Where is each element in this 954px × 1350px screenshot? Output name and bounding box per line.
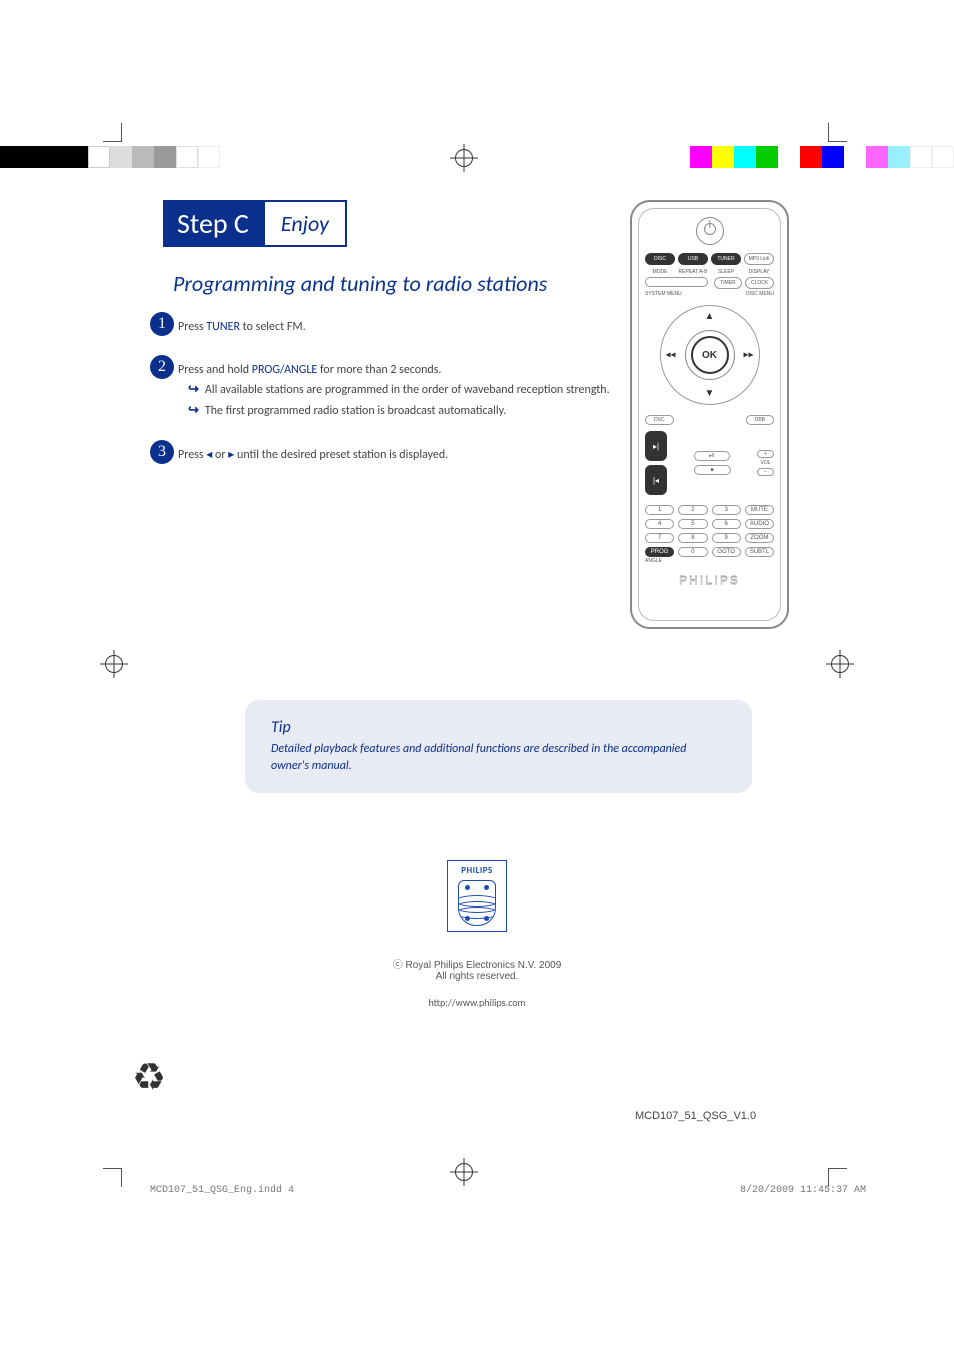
registration-mark-icon xyxy=(826,650,854,678)
step1-text-pre: Press xyxy=(178,320,206,334)
step3-text-post: until the desired preset station is disp… xyxy=(234,448,448,462)
subtl-button: SUBTL xyxy=(745,547,774,557)
dsc-button: DSC xyxy=(645,415,674,425)
dbb-button: DBB xyxy=(746,415,774,425)
logo-word: PHILIPS xyxy=(448,861,506,876)
step-1: 1 Press TUNER to select FM. xyxy=(152,318,612,337)
step-2: 2 Press and hold PROG/ANGLE for more tha… xyxy=(152,361,612,422)
mp3link-button: MP3 Link xyxy=(744,253,774,265)
goto-button: GOTO xyxy=(712,547,741,557)
step-number-3: 3 xyxy=(150,440,174,464)
num-6: 6 xyxy=(712,519,741,529)
num-3: 3 xyxy=(712,505,741,515)
play-pause-icon: ▸II xyxy=(694,451,729,461)
num-0: 0 xyxy=(678,547,707,557)
prog-button: PROG xyxy=(645,547,674,557)
copyright: ⓒ Royal Philips Electronics N.V. 2009 Al… xyxy=(0,956,954,982)
vol-down-icon: − xyxy=(757,468,774,476)
tip-title: Tip xyxy=(271,718,726,737)
step2-text-post: for more than 2 seconds. xyxy=(317,363,441,377)
usb-button: USB xyxy=(678,253,708,265)
step3-mid: or xyxy=(212,448,228,462)
step2-key: PROG/ANGLE xyxy=(252,363,318,377)
tip-box: Tip Detailed playback features and addit… xyxy=(245,700,752,793)
arrow-down-icon: ▼ xyxy=(705,388,715,399)
arrow-up-icon: ▲ xyxy=(705,311,715,322)
tip-body: Detailed playback features and additiona… xyxy=(271,741,726,775)
angle-label: ANGLE xyxy=(645,558,774,564)
step-header: Step C Enjoy xyxy=(163,200,347,247)
mute-button: MUTE xyxy=(745,505,774,515)
section-title: Programming and tuning to radio stations xyxy=(173,270,547,297)
num-5: 5 xyxy=(678,519,707,529)
clock-button: CLOCK xyxy=(745,277,774,289)
vol-up-icon: + xyxy=(757,450,774,458)
mode-label: MODE xyxy=(645,269,675,275)
remote-control-diagram: DISC USB TUNER MP3 Link MODE REPEAT A-B … xyxy=(630,200,789,629)
recycle-icon: ♻ xyxy=(132,1055,178,1101)
shield-icon xyxy=(458,880,496,926)
result-arrow-icon: ↪ xyxy=(188,403,199,418)
system-menu-label: SYSTEM MENU xyxy=(645,291,682,297)
left-wide-button xyxy=(645,277,708,287)
step1-text-post: to select FM. xyxy=(240,320,306,334)
philips-url: http://www.philips.com xyxy=(0,996,954,1009)
step2-bullet1: All available stations are programmed in… xyxy=(205,383,610,397)
num-8: 8 xyxy=(678,533,707,543)
copyright-symbol: ⓒ xyxy=(393,960,403,971)
step-label: Step C xyxy=(163,200,263,247)
ok-button: OK xyxy=(691,336,729,374)
copyright-line1: Royal Philips Electronics N.V. 2009 xyxy=(405,960,561,971)
skip-next-icon: ▸| xyxy=(645,431,667,461)
result-arrow-icon: ↪ xyxy=(188,382,199,397)
tuner-button: TUNER xyxy=(711,253,741,265)
disc-menu-label: DISC MENU xyxy=(746,291,774,297)
sleep-label: SLEEP xyxy=(711,269,741,275)
footer-timestamp: 8/20/2009 11:45:37 AM xyxy=(740,1185,866,1196)
stop-icon: ■ xyxy=(694,465,731,475)
document-id: MCD107_51_QSG_V1.0 xyxy=(635,1110,756,1122)
timer-button: TIMER xyxy=(714,277,743,289)
step-number-1: 1 xyxy=(150,312,174,336)
display-label: DISPLAY xyxy=(744,269,774,275)
registration-mark-icon xyxy=(100,650,128,678)
num-2: 2 xyxy=(678,505,707,515)
num-9: 9 xyxy=(712,533,741,543)
disc-button: DISC xyxy=(645,253,675,265)
power-icon xyxy=(696,217,724,245)
audio-button: AUDIO xyxy=(745,519,774,529)
num-1: 1 xyxy=(645,505,674,515)
arrow-right-icon: ▸▸ xyxy=(743,350,753,361)
philips-logo: PHILIPS xyxy=(447,860,507,932)
num-4: 4 xyxy=(645,519,674,529)
arrow-left-icon: ◂◂ xyxy=(666,350,676,361)
num-7: 7 xyxy=(645,533,674,543)
step-number-2: 2 xyxy=(150,355,174,379)
skip-prev-icon: |◂ xyxy=(645,465,667,495)
instruction-steps: 1 Press TUNER to select FM. 2 Press and … xyxy=(152,318,612,489)
step2-text-pre: Press and hold xyxy=(178,363,252,377)
zoom-button: ZOOM xyxy=(745,533,774,543)
copyright-line2: All rights reserved. xyxy=(436,971,519,982)
vol-label: VOL xyxy=(761,460,771,466)
enjoy-label: Enjoy xyxy=(263,200,347,247)
repeat-label: REPEAT A-B xyxy=(678,269,708,275)
footer-filename: MCD107_51_QSG_Eng.indd 4 xyxy=(150,1185,294,1196)
remote-brand: PHILIPS xyxy=(645,574,774,588)
step1-key: TUNER xyxy=(206,320,240,334)
step3-text-pre: Press xyxy=(178,448,206,462)
step-3: 3 Press ◂ or ▸ until the desired preset … xyxy=(152,446,612,465)
dpad: OK ▲ ▼ ◂◂ ▸▸ xyxy=(660,305,760,405)
step2-bullet2: The first programmed radio station is br… xyxy=(205,404,506,418)
